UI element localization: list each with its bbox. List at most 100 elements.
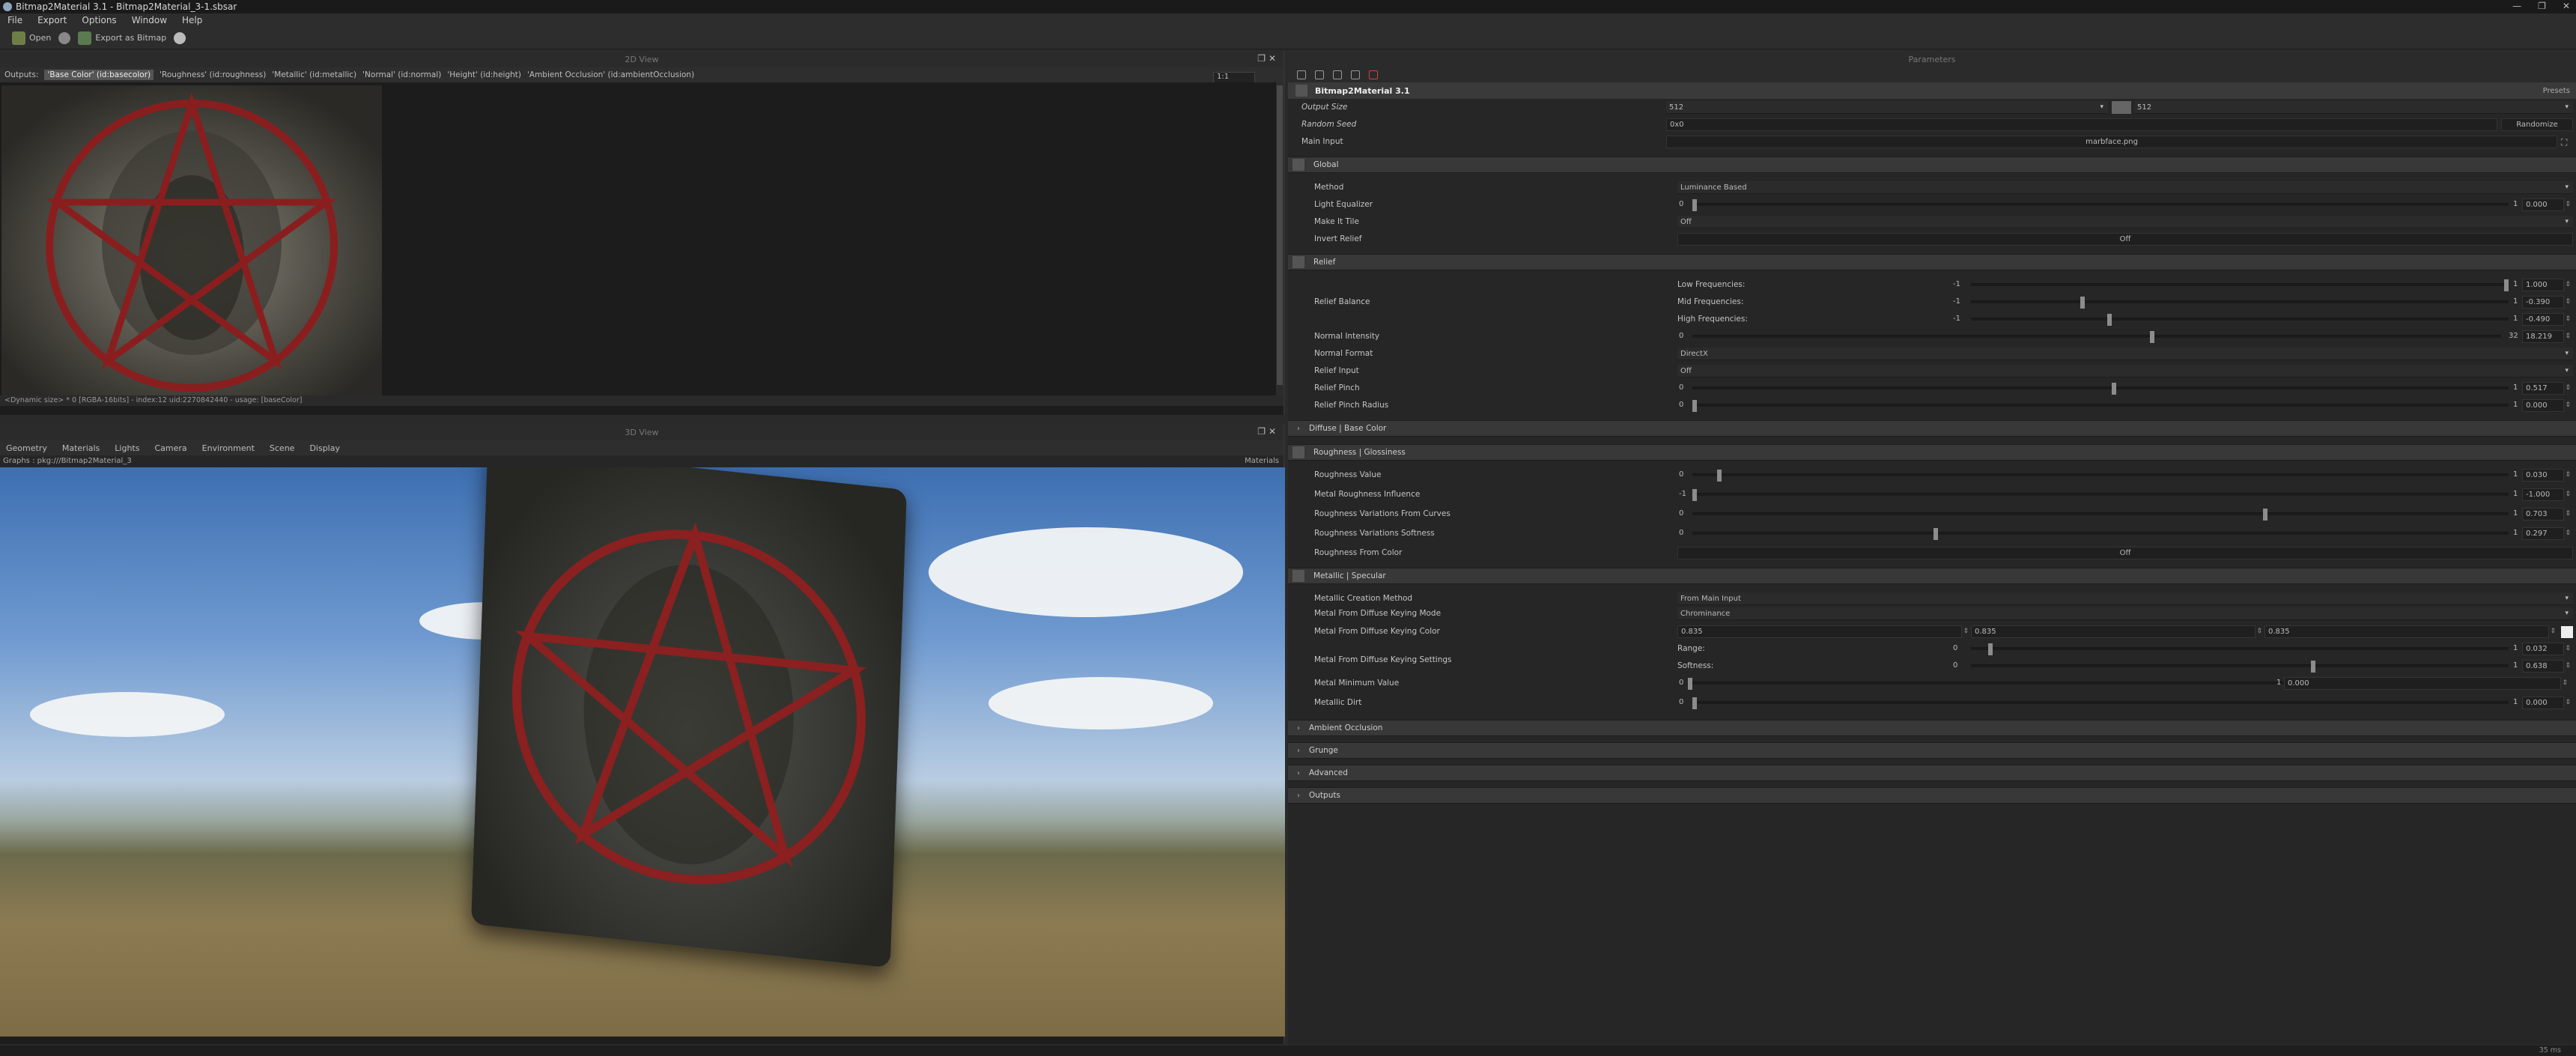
normal-intensity-slider[interactable] xyxy=(1692,331,2501,343)
materials-select[interactable]: Materials xyxy=(1245,455,1279,467)
panel-controls-2d[interactable]: ❐✕ xyxy=(1257,53,1279,64)
light-equalizer-value[interactable]: 0.000 xyxy=(2522,198,2571,211)
metal-min-value-value[interactable]: 0.000 xyxy=(2284,677,2568,690)
section-global[interactable]: Global xyxy=(1288,157,2576,173)
menu-file[interactable]: File xyxy=(0,15,30,25)
close-button[interactable]: ✕ xyxy=(2563,1,2570,11)
keying-color-swatch[interactable] xyxy=(2561,626,2573,638)
section-ambient-occlusion[interactable]: › Ambient Occlusion xyxy=(1288,720,2576,736)
undo-icon[interactable] xyxy=(1351,70,1360,79)
softness-value[interactable]: 0.638 xyxy=(2522,660,2571,673)
tab-display[interactable]: Display xyxy=(309,443,340,453)
relief-pinch-radius-slider[interactable] xyxy=(1692,400,2509,412)
expand-icon[interactable]: ⛶ xyxy=(2561,137,2567,148)
slider-handle[interactable] xyxy=(1692,400,1697,412)
relief-pinch-value[interactable]: 0.517 xyxy=(2522,382,2571,395)
section-roughness[interactable]: Roughness | Glossiness xyxy=(1288,444,2576,461)
menu-help[interactable]: Help xyxy=(174,15,210,25)
normal-intensity-value[interactable]: 18.219 xyxy=(2522,330,2571,343)
output-height[interactable]: 'Height' (id:height) xyxy=(447,70,521,79)
section-grunge[interactable]: › Grunge xyxy=(1288,742,2576,759)
roughness-variations-softness-slider[interactable] xyxy=(1692,528,2509,540)
export-bitmap-button[interactable]: Export as Bitmap xyxy=(78,31,166,45)
roughness-variations-curves-value[interactable]: 0.703 xyxy=(2522,508,2571,521)
metallic-creation-method-dropdown[interactable]: From Main Input xyxy=(1677,592,2573,605)
tab-camera[interactable]: Camera xyxy=(154,443,186,453)
slider-handle[interactable] xyxy=(1716,470,1722,482)
roughness-value-value[interactable]: 0.030 xyxy=(2522,469,2571,482)
roughness-value-slider[interactable] xyxy=(1692,470,2509,482)
output-size-width[interactable]: 512 xyxy=(1666,101,2108,114)
slider-handle[interactable] xyxy=(1688,678,1692,690)
canvas-2d[interactable] xyxy=(0,82,1284,395)
output-ao[interactable]: 'Ambient Occlusion' (id:ambientOcclusion… xyxy=(527,70,694,79)
output-metallic[interactable]: 'Metallic' (id:metallic) xyxy=(272,70,356,79)
metallic-dirt-slider[interactable] xyxy=(1692,697,2509,709)
normal-format-dropdown[interactable]: DirectX xyxy=(1677,348,2573,360)
section-advanced[interactable]: › Advanced xyxy=(1288,765,2576,781)
scrollbar-2d[interactable] xyxy=(1276,82,1284,395)
graph-collapse-icon[interactable] xyxy=(1295,85,1307,97)
relief-pinch-radius-value[interactable]: 0.000 xyxy=(2522,399,2571,412)
link-size-button[interactable] xyxy=(2112,101,2131,114)
keying-color-b[interactable]: 0.835 xyxy=(2264,625,2556,638)
tab-environment[interactable]: Environment xyxy=(202,443,255,453)
output-normal[interactable]: 'Normal' (id:normal) xyxy=(362,70,441,79)
slider-handle[interactable] xyxy=(2263,509,2268,521)
panel-controls-3d[interactable]: ❐✕ xyxy=(1257,426,1279,437)
relief-pinch-slider[interactable] xyxy=(1692,383,2509,395)
slider-handle[interactable] xyxy=(2504,279,2509,291)
open-button[interactable]: Open xyxy=(12,31,51,45)
output-roughness[interactable]: 'Roughness' (id:roughness) xyxy=(160,70,266,79)
low-frequencies-slider[interactable] xyxy=(1971,279,2509,291)
viewport-3d[interactable] xyxy=(0,467,1285,1037)
slider-handle[interactable] xyxy=(1987,643,1993,655)
delete-icon[interactable] xyxy=(1369,70,1378,79)
refresh-icon[interactable] xyxy=(58,31,71,44)
invert-relief-toggle[interactable]: Off xyxy=(1677,233,2573,246)
tab-geometry[interactable]: Geometry xyxy=(6,443,47,453)
softness-slider[interactable] xyxy=(1971,661,2509,673)
maximize-button[interactable]: ❐ xyxy=(2538,1,2546,11)
keying-mode-dropdown[interactable]: Chrominance xyxy=(1677,607,2573,620)
high-frequencies-slider[interactable] xyxy=(1971,314,2509,326)
presets-button[interactable]: Presets xyxy=(2543,87,2570,95)
menu-export[interactable]: Export xyxy=(30,15,74,25)
roughness-variations-softness-value[interactable]: 0.297 xyxy=(2522,527,2571,540)
section-metallic[interactable]: Metallic | Specular xyxy=(1288,568,2576,584)
high-frequencies-value[interactable]: -0.490 xyxy=(2522,313,2571,326)
tab-materials[interactable]: Materials xyxy=(62,443,100,453)
gear-icon[interactable] xyxy=(174,31,186,44)
output-size-height[interactable]: 512 xyxy=(2134,101,2573,114)
make-it-tile-dropdown[interactable]: Off xyxy=(1677,216,2573,228)
load-preset-icon[interactable] xyxy=(1315,70,1324,79)
roughness-variations-curves-slider[interactable] xyxy=(1692,509,2509,521)
tab-lights[interactable]: Lights xyxy=(115,443,139,453)
metal-roughness-influence-value[interactable]: -1.000 xyxy=(2522,488,2571,501)
section-relief[interactable]: Relief xyxy=(1288,254,2576,270)
metal-roughness-influence-slider[interactable] xyxy=(1692,489,2509,501)
method-dropdown[interactable]: Luminance Based xyxy=(1677,181,2573,194)
tab-scene[interactable]: Scene xyxy=(270,443,295,453)
menu-window[interactable]: Window xyxy=(124,15,174,25)
mid-frequencies-value[interactable]: -0.390 xyxy=(2522,296,2571,309)
randomize-button[interactable]: Randomize xyxy=(2501,118,2573,131)
slider-handle[interactable] xyxy=(1692,489,1697,501)
minimize-button[interactable]: — xyxy=(2512,1,2521,11)
random-seed-field[interactable]: 0x0 xyxy=(1666,118,2497,131)
range-value[interactable]: 0.032 xyxy=(2522,643,2571,655)
output-basecolor[interactable]: 'Base Color' (id:basecolor) xyxy=(44,70,154,80)
section-outputs[interactable]: › Outputs xyxy=(1288,787,2576,804)
metallic-dirt-value[interactable]: 0.000 xyxy=(2522,697,2571,709)
slider-handle[interactable] xyxy=(1933,528,1938,540)
light-equalizer-slider[interactable] xyxy=(1692,199,2509,211)
scrollbar-thumb[interactable] xyxy=(1277,85,1283,385)
low-frequencies-value[interactable]: 1.000 xyxy=(2522,279,2571,291)
relief-input-dropdown[interactable]: Off xyxy=(1677,365,2573,377)
main-input-field[interactable]: marbface.png xyxy=(1666,136,2557,148)
slider-handle[interactable] xyxy=(1692,199,1697,211)
keying-color-g[interactable]: 0.835 xyxy=(1971,625,2262,638)
slider-handle[interactable] xyxy=(2311,661,2316,673)
mid-frequencies-slider[interactable] xyxy=(1971,297,2509,309)
metal-min-value-slider[interactable] xyxy=(1688,678,2287,690)
